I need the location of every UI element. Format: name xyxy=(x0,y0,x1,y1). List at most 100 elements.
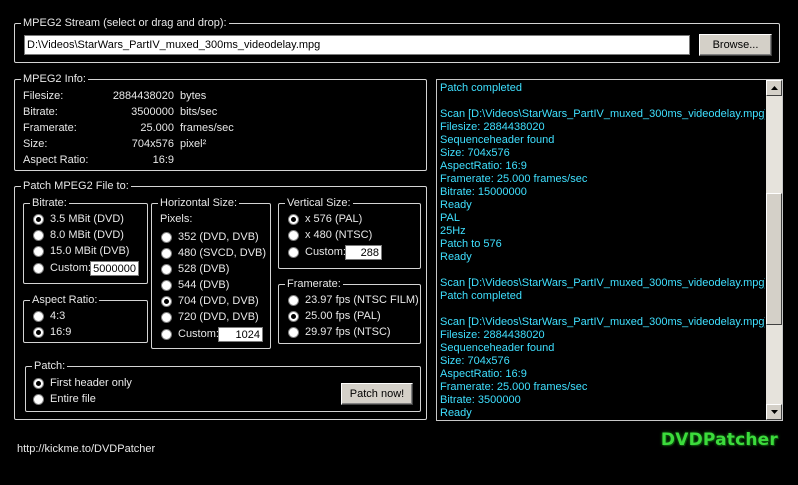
radio-icon xyxy=(288,327,299,338)
horizontal-size-group: Horizontal Size: Pixels: 352 (DVD, DVB) … xyxy=(151,196,271,349)
patch-group: Patch MPEG2 File to: Bitrate: 3.5 MBit (… xyxy=(14,179,427,420)
option-label: 704 (DVD, DVB) xyxy=(178,295,259,307)
arrow-down-icon xyxy=(770,410,778,414)
log-line: Ready xyxy=(440,407,472,419)
bitrate-custom-input[interactable]: 5000000 xyxy=(90,261,139,276)
log-line: AspectRatio: 16:9 xyxy=(440,368,527,380)
hsize-option-352[interactable]: 352 (DVD, DVB) xyxy=(161,231,259,244)
vertical-size-group-legend: Vertical Size: xyxy=(285,196,353,210)
hsize-option-544[interactable]: 544 (DVB) xyxy=(161,279,229,292)
option-label: First header only xyxy=(50,377,132,389)
patch-now-button[interactable]: Patch now! xyxy=(341,383,413,405)
radio-checked-icon xyxy=(33,378,44,389)
option-label: Custom: xyxy=(50,262,91,274)
bitrate-option-15-0[interactable]: 15.0 MBit (DVB) xyxy=(33,245,129,258)
log-line: Sequenceheader found xyxy=(440,342,555,354)
hsize-option-custom[interactable]: Custom: xyxy=(161,328,219,341)
scroll-down-button[interactable] xyxy=(766,404,782,420)
log-panel[interactable]: Patch completed Scan [D:\Videos\StarWars_… xyxy=(436,79,783,421)
radio-icon xyxy=(161,312,172,323)
radio-checked-icon xyxy=(161,296,172,307)
info-value: 16:9 xyxy=(152,154,174,166)
info-unit: pixel² xyxy=(180,138,207,150)
log-line: 25Hz xyxy=(440,225,466,237)
patch-mode-group-legend: Patch: xyxy=(32,359,68,373)
log-line: Scan [D:\Videos\StarWars_PartIV_muxed_30… xyxy=(440,277,765,289)
log-line: Size: 704x576 xyxy=(440,355,510,367)
hsize-option-480[interactable]: 480 (SVCD, DVB) xyxy=(161,247,266,260)
info-label: Size: xyxy=(23,138,48,150)
vsize-option-custom[interactable]: Custom: xyxy=(288,246,346,259)
patch-mode-group: Patch: First header only Entire file Pat… xyxy=(25,359,421,412)
horizontal-size-group-legend: Horizontal Size: xyxy=(158,196,240,210)
info-group: MPEG2 Info: Filesize: 2884438020 bytes B… xyxy=(14,72,427,171)
stream-group-legend: MPEG2 Stream (select or drag and drop): xyxy=(21,16,229,30)
log-line: Ready xyxy=(440,251,472,263)
framerate-option-23-97[interactable]: 23.97 fps (NTSC FILM) xyxy=(288,294,419,307)
info-value: 704x576 xyxy=(131,138,174,150)
scroll-thumb[interactable] xyxy=(766,193,782,325)
vsize-custom-input[interactable]: 288 xyxy=(345,245,382,260)
vsize-option-576[interactable]: x 576 (PAL) xyxy=(288,213,362,226)
framerate-option-25-00[interactable]: 25.00 fps (PAL) xyxy=(288,310,381,323)
stream-group: MPEG2 Stream (select or drag and drop): … xyxy=(14,16,780,63)
log-scrollbar[interactable] xyxy=(766,80,782,420)
info-unit: frames/sec xyxy=(180,122,234,134)
option-label: 480 (SVCD, DVB) xyxy=(178,247,267,259)
log-text: Patch completed Scan [D:\Videos\StarWars_… xyxy=(440,82,765,420)
bitrate-option-custom[interactable]: Custom: xyxy=(33,262,91,275)
hsize-option-528[interactable]: 528 (DVB) xyxy=(161,263,229,276)
radio-icon xyxy=(33,230,44,241)
info-label: Bitrate: xyxy=(23,106,58,118)
log-line: Patch to 576 xyxy=(440,238,502,250)
homepage-link[interactable]: http://kickme.to/DVDPatcher xyxy=(17,443,155,456)
patch-group-legend: Patch MPEG2 File to: xyxy=(21,179,131,193)
stream-path-field[interactable]: D:\Videos\StarWars_PartIV_muxed_300ms_vi… xyxy=(24,35,690,55)
radio-icon xyxy=(288,247,299,258)
log-line: Framerate: 25.000 frames/sec xyxy=(440,381,588,393)
hsize-option-720[interactable]: 720 (DVD, DVB) xyxy=(161,311,259,324)
bitrate-group-legend: Bitrate: xyxy=(30,196,69,210)
option-label: 29.97 fps (NTSC) xyxy=(305,326,391,338)
info-unit: bits/sec xyxy=(180,106,218,118)
radio-icon xyxy=(33,394,44,405)
info-value: 3500000 xyxy=(131,106,174,118)
hsize-custom-input[interactable]: 1024 xyxy=(218,327,263,342)
aspect-option-16-9[interactable]: 16:9 xyxy=(33,326,71,339)
radio-icon xyxy=(161,280,172,291)
option-label: 544 (DVB) xyxy=(178,279,230,291)
bitrate-option-3-5[interactable]: 3.5 MBit (DVD) xyxy=(33,213,124,226)
scroll-track[interactable] xyxy=(766,96,782,404)
option-label: 8.0 MBit (DVD) xyxy=(50,229,124,241)
log-line: Patch completed xyxy=(440,82,522,94)
aspect-ratio-group-legend: Aspect Ratio: xyxy=(30,293,100,307)
vsize-option-480[interactable]: x 480 (NTSC) xyxy=(288,229,372,242)
option-label: 15.0 MBit (DVB) xyxy=(50,245,130,257)
framerate-option-29-97[interactable]: 29.97 fps (NTSC) xyxy=(288,326,391,339)
log-line: Patch completed xyxy=(440,290,522,302)
log-line: Size: 704x576 xyxy=(440,147,510,159)
patch-mode-first-header[interactable]: First header only xyxy=(33,377,132,390)
option-label: 528 (DVB) xyxy=(178,263,230,275)
browse-button[interactable]: Browse... xyxy=(699,34,772,56)
info-label: Framerate: xyxy=(23,122,77,134)
log-line: Scan [D:\Videos\StarWars_PartIV_muxed_30… xyxy=(440,108,765,120)
option-label: 720 (DVD, DVB) xyxy=(178,311,259,323)
patch-mode-entire-file[interactable]: Entire file xyxy=(33,393,96,406)
option-label: 23.97 fps (NTSC FILM) xyxy=(305,294,419,306)
aspect-ratio-group: Aspect Ratio: 4:3 16:9 xyxy=(23,293,148,343)
log-line: Ready xyxy=(440,199,472,211)
option-label: Custom: xyxy=(305,246,346,258)
bitrate-group: Bitrate: 3.5 MBit (DVD) 8.0 MBit (DVD) 1… xyxy=(23,196,148,284)
aspect-option-4-3[interactable]: 4:3 xyxy=(33,310,65,323)
info-label: Aspect Ratio: xyxy=(23,154,89,166)
option-label: 352 (DVD, DVB) xyxy=(178,231,259,243)
bitrate-option-8-0[interactable]: 8.0 MBit (DVD) xyxy=(33,229,124,242)
info-group-legend: MPEG2 Info: xyxy=(21,72,88,86)
hsize-option-704[interactable]: 704 (DVD, DVB) xyxy=(161,295,259,308)
radio-icon xyxy=(288,295,299,306)
log-line: PAL xyxy=(440,212,460,224)
scroll-up-button[interactable] xyxy=(766,80,782,96)
log-line: Framerate: 25.000 frames/sec xyxy=(440,173,588,185)
